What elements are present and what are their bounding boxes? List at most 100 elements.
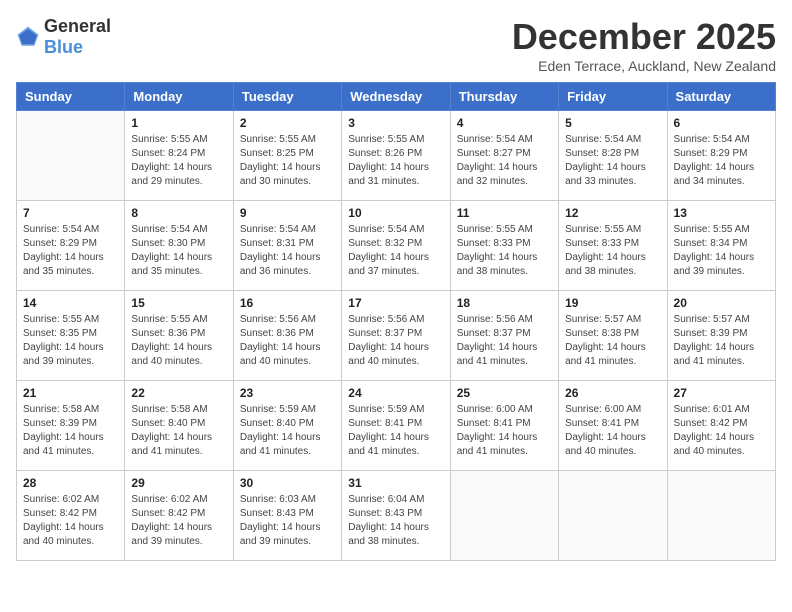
calendar-cell: 19Sunrise: 5:57 AM Sunset: 8:38 PM Dayli… [559, 291, 667, 381]
day-detail: Sunrise: 5:55 AM Sunset: 8:35 PM Dayligh… [23, 313, 118, 369]
day-number: 29 [131, 476, 226, 490]
calendar-cell [667, 471, 775, 561]
day-detail: Sunrise: 6:02 AM Sunset: 8:42 PM Dayligh… [131, 493, 226, 549]
day-detail: Sunrise: 5:57 AM Sunset: 8:39 PM Dayligh… [674, 313, 769, 369]
day-number: 7 [23, 206, 118, 220]
calendar-cell: 12 Sunrise: 5:55 AM Sunset: 8:33 PM Dayli… [559, 201, 667, 291]
day-detail: Sunrise: 5:58 AM Sunset: 8:40 PM Dayligh… [131, 403, 226, 459]
calendar-cell: 21 Sunrise: 5:58 AM Sunset: 8:39 PM Dayli… [17, 381, 125, 471]
calendar-cell: 8Sunrise: 5:54 AM Sunset: 8:30 PM Daylig… [125, 201, 233, 291]
header: General Blue December 2025 Eden Terrace,… [16, 16, 776, 74]
day-number: 23 [240, 386, 335, 400]
day-detail: Sunrise: 5:56 AM Sunset: 8:37 PM Dayligh… [457, 313, 552, 369]
weekday-header-saturday: Saturday [667, 83, 775, 111]
title-area: December 2025 Eden Terrace, Auckland, Ne… [512, 16, 776, 74]
calendar-cell: 22 Sunrise: 5:58 AM Sunset: 8:40 PM Dayli… [125, 381, 233, 471]
day-number: 31 [348, 476, 443, 490]
month-title: December 2025 [512, 16, 776, 58]
day-detail: Sunrise: 5:54 AM Sunset: 8:29 PM Dayligh… [23, 223, 118, 279]
day-number: 14 [23, 296, 118, 310]
day-detail: Sunrise: 5:55 AM Sunset: 8:33 PM Dayligh… [565, 223, 660, 279]
day-detail: Sunrise: 5:54 AM Sunset: 8:28 PM Dayligh… [565, 133, 660, 189]
calendar-cell: 1 Sunrise: 5:55 AM Sunset: 8:24 PM Daylig… [125, 111, 233, 201]
calendar-cell: 14 Sunrise: 5:55 AM Sunset: 8:35 PM Dayli… [17, 291, 125, 381]
day-number: 18 [457, 296, 552, 310]
day-number: 6 [674, 116, 769, 130]
day-detail: Sunrise: 6:01 AM Sunset: 8:42 PM Dayligh… [674, 403, 769, 459]
calendar-cell: 30 Sunrise: 6:03 AM Sunset: 8:43 PM Dayli… [233, 471, 341, 561]
logo-text-blue: Blue [44, 37, 83, 57]
weekday-header-monday: Monday [125, 83, 233, 111]
calendar-cell: 5 Sunrise: 5:54 AM Sunset: 8:28 PM Daylig… [559, 111, 667, 201]
day-number: 15 [131, 296, 226, 310]
calendar-cell: 25 Sunrise: 6:00 AM Sunset: 8:41 PM Dayli… [450, 381, 558, 471]
calendar-cell [17, 111, 125, 201]
calendar-table: SundayMondayTuesdayWednesdayThursdayFrid… [16, 82, 776, 561]
day-detail: Sunrise: 5:55 AM Sunset: 8:25 PM Dayligh… [240, 133, 335, 189]
day-detail: Sunrise: 5:58 AM Sunset: 8:39 PM Dayligh… [23, 403, 118, 459]
calendar-cell [450, 471, 558, 561]
day-detail: Sunrise: 5:55 AM Sunset: 8:34 PM Dayligh… [674, 223, 769, 279]
calendar-cell: 29 Sunrise: 6:02 AM Sunset: 8:42 PM Dayli… [125, 471, 233, 561]
day-detail: Sunrise: 5:54 AM Sunset: 8:32 PM Dayligh… [348, 223, 443, 279]
logo-text-general: General [44, 16, 111, 36]
day-number: 9 [240, 206, 335, 220]
day-detail: Sunrise: 5:55 AM Sunset: 8:33 PM Dayligh… [457, 223, 552, 279]
day-detail: Sunrise: 5:56 AM Sunset: 8:37 PM Dayligh… [348, 313, 443, 369]
day-number: 10 [348, 206, 443, 220]
weekday-header-thursday: Thursday [450, 83, 558, 111]
day-number: 25 [457, 386, 552, 400]
calendar-cell: 3 Sunrise: 5:55 AM Sunset: 8:26 PM Daylig… [342, 111, 450, 201]
calendar-cell: 17 Sunrise: 5:56 AM Sunset: 8:37 PM Dayli… [342, 291, 450, 381]
calendar-cell: 10 Sunrise: 5:54 AM Sunset: 8:32 PM Dayli… [342, 201, 450, 291]
calendar-cell: 26Sunrise: 6:00 AM Sunset: 8:41 PM Dayli… [559, 381, 667, 471]
weekday-header-friday: Friday [559, 83, 667, 111]
day-number: 20 [674, 296, 769, 310]
day-detail: Sunrise: 5:55 AM Sunset: 8:26 PM Dayligh… [348, 133, 443, 189]
day-number: 27 [674, 386, 769, 400]
day-number: 26 [565, 386, 660, 400]
calendar-cell [559, 471, 667, 561]
calendar-cell: 9 Sunrise: 5:54 AM Sunset: 8:31 PM Daylig… [233, 201, 341, 291]
day-detail: Sunrise: 5:59 AM Sunset: 8:41 PM Dayligh… [348, 403, 443, 459]
calendar-cell: 28Sunrise: 6:02 AM Sunset: 8:42 PM Dayli… [17, 471, 125, 561]
day-detail: Sunrise: 6:00 AM Sunset: 8:41 PM Dayligh… [457, 403, 552, 459]
day-detail: Sunrise: 5:54 AM Sunset: 8:29 PM Dayligh… [674, 133, 769, 189]
day-detail: Sunrise: 5:59 AM Sunset: 8:40 PM Dayligh… [240, 403, 335, 459]
calendar-cell: 27 Sunrise: 6:01 AM Sunset: 8:42 PM Dayli… [667, 381, 775, 471]
weekday-header-sunday: Sunday [17, 83, 125, 111]
day-number: 4 [457, 116, 552, 130]
calendar-cell: 23 Sunrise: 5:59 AM Sunset: 8:40 PM Dayli… [233, 381, 341, 471]
day-detail: Sunrise: 5:54 AM Sunset: 8:31 PM Dayligh… [240, 223, 335, 279]
calendar-cell: 31 Sunrise: 6:04 AM Sunset: 8:43 PM Dayli… [342, 471, 450, 561]
calendar-cell: 24 Sunrise: 5:59 AM Sunset: 8:41 PM Dayli… [342, 381, 450, 471]
weekday-header-wednesday: Wednesday [342, 83, 450, 111]
calendar-cell: 4 Sunrise: 5:54 AM Sunset: 8:27 PM Daylig… [450, 111, 558, 201]
day-detail: Sunrise: 6:04 AM Sunset: 8:43 PM Dayligh… [348, 493, 443, 549]
day-number: 1 [131, 116, 226, 130]
calendar-cell: 7 Sunrise: 5:54 AM Sunset: 8:29 PM Daylig… [17, 201, 125, 291]
day-number: 21 [23, 386, 118, 400]
calendar-cell: 13 Sunrise: 5:55 AM Sunset: 8:34 PM Dayli… [667, 201, 775, 291]
day-detail: Sunrise: 6:03 AM Sunset: 8:43 PM Dayligh… [240, 493, 335, 549]
day-number: 24 [348, 386, 443, 400]
day-number: 2 [240, 116, 335, 130]
calendar-cell: 11Sunrise: 5:55 AM Sunset: 8:33 PM Dayli… [450, 201, 558, 291]
calendar-cell: 20 Sunrise: 5:57 AM Sunset: 8:39 PM Dayli… [667, 291, 775, 381]
day-number: 5 [565, 116, 660, 130]
calendar-cell: 6 Sunrise: 5:54 AM Sunset: 8:29 PM Daylig… [667, 111, 775, 201]
day-number: 16 [240, 296, 335, 310]
calendar-cell: 18 Sunrise: 5:56 AM Sunset: 8:37 PM Dayli… [450, 291, 558, 381]
day-number: 22 [131, 386, 226, 400]
day-number: 3 [348, 116, 443, 130]
logo: General Blue [16, 16, 111, 58]
day-number: 30 [240, 476, 335, 490]
calendar-cell: 15Sunrise: 5:55 AM Sunset: 8:36 PM Dayli… [125, 291, 233, 381]
day-number: 13 [674, 206, 769, 220]
day-number: 17 [348, 296, 443, 310]
day-detail: Sunrise: 5:55 AM Sunset: 8:24 PM Dayligh… [131, 133, 226, 189]
day-number: 12 [565, 206, 660, 220]
day-detail: Sunrise: 5:54 AM Sunset: 8:27 PM Dayligh… [457, 133, 552, 189]
location-title: Eden Terrace, Auckland, New Zealand [512, 58, 776, 74]
day-number: 28 [23, 476, 118, 490]
